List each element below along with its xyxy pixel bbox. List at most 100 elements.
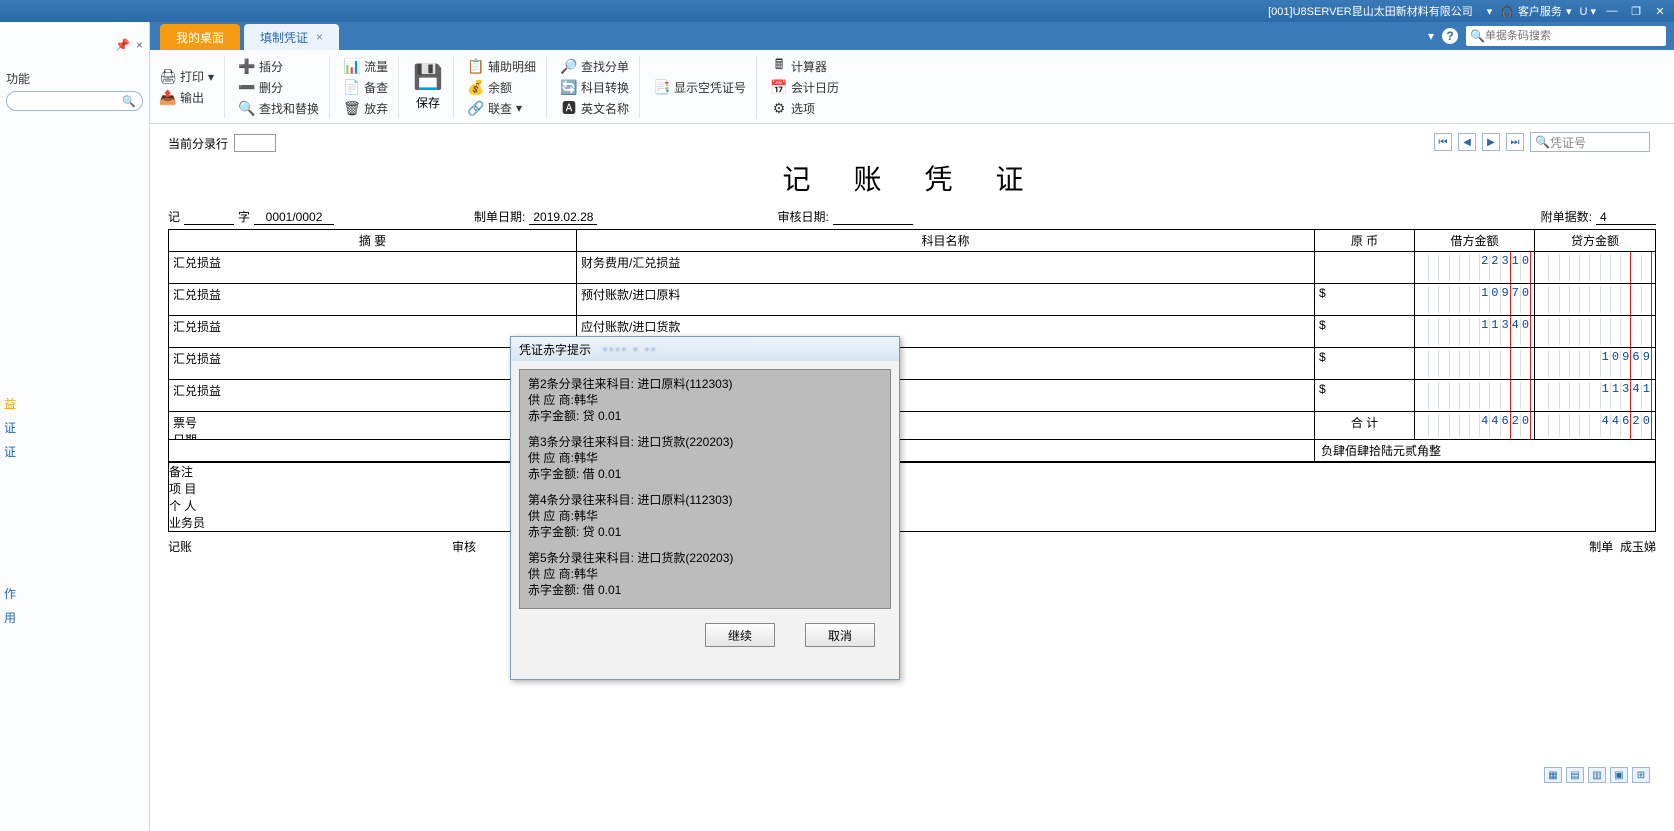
cell-credit[interactable] (1535, 252, 1655, 283)
side-link[interactable]: 作 (4, 582, 16, 606)
btn-label: 保存 (416, 94, 440, 111)
cell-subject[interactable]: 财务费用/汇兑损益 (577, 252, 1315, 283)
joint-search-button[interactable]: 🔗联查 ▾ (468, 100, 536, 117)
tool-icon[interactable]: ▥ (1588, 767, 1606, 783)
cell-credit[interactable] (1535, 316, 1655, 347)
english-name-button[interactable]: 🅰英文名称 (561, 100, 629, 117)
cell-debit[interactable]: 22310 (1415, 252, 1535, 283)
pin-icon[interactable]: 📌 (115, 38, 130, 52)
dropdown-icon[interactable]: ▾ (1487, 5, 1493, 18)
u-label: U (1579, 6, 1587, 18)
barcode-search-input[interactable] (1485, 30, 1662, 42)
customer-service[interactable]: 🎧 客户服务 ▾ (1500, 3, 1571, 19)
tab-voucher[interactable]: 填制凭证 × (244, 24, 339, 50)
continue-button[interactable]: 继续 (705, 623, 775, 647)
cell-debit[interactable]: 10970 (1415, 284, 1535, 315)
dialog-titlebar[interactable]: 凭证赤字提示 ▪▪▪▪ ▪ ▪▪ (511, 337, 899, 361)
last-button[interactable]: ⏭ (1506, 133, 1524, 151)
cell-credit[interactable]: 11341 (1535, 380, 1655, 411)
side-link[interactable]: 证 (4, 440, 16, 464)
printer-icon: 🖨 (160, 69, 176, 85)
cell-currency[interactable]: $ (1315, 348, 1415, 379)
calculator-button[interactable]: 🖩计算器 (771, 58, 839, 75)
cell-currency[interactable]: $ (1315, 380, 1415, 411)
find-entry-button[interactable]: 🔎查找分单 (561, 58, 629, 75)
export-button[interactable]: 📤输出 (160, 89, 214, 106)
help-icon[interactable]: ? (1442, 28, 1458, 44)
tool-icon[interactable]: ⊞ (1632, 767, 1650, 783)
side-link[interactable]: 证 (4, 416, 16, 440)
balance-button[interactable]: 💰余额 (468, 79, 536, 96)
next-button[interactable]: ▶ (1482, 133, 1500, 151)
gear-icon: ⚙ (771, 100, 787, 116)
cell-debit[interactable] (1415, 348, 1535, 379)
current-row-label: 当前分录行 (168, 135, 228, 152)
calculator-icon: 🖩 (771, 58, 787, 74)
btn-label: 流量 (364, 58, 388, 75)
recheck-icon: 📄 (344, 79, 360, 95)
search-icon: 🔍 (1470, 29, 1485, 43)
table-row[interactable]: 汇兑损益$11341 (169, 380, 1655, 412)
calendar-button[interactable]: 📅会计日历 (771, 79, 839, 96)
close-tab-icon[interactable]: × (316, 30, 323, 44)
calendar-icon: 📅 (771, 79, 787, 95)
cell-currency[interactable]: $ (1315, 316, 1415, 347)
tool-icon[interactable]: ▤ (1566, 767, 1584, 783)
tab-desktop[interactable]: 我的桌面 (160, 24, 240, 50)
aux-detail-button[interactable]: 📋辅助明细 (468, 58, 536, 75)
cell-subject[interactable]: 预付账款/进口原料 (577, 284, 1315, 315)
first-button[interactable]: ⏮ (1434, 133, 1452, 151)
cell-summary[interactable]: 汇兑损益 (169, 252, 577, 283)
restore-button[interactable]: ❐ (1628, 5, 1644, 18)
dropdown-icon[interactable]: ▾ (1428, 29, 1434, 43)
insert-row-button[interactable]: ➕插分 (239, 58, 319, 75)
tool-icon[interactable]: ▣ (1610, 767, 1628, 783)
header-debit: 借方金额 (1415, 230, 1535, 251)
close-panel-icon[interactable]: × (136, 38, 143, 52)
subject-convert-button[interactable]: 🔄科目转换 (561, 79, 629, 96)
current-row-input[interactable] (234, 134, 276, 152)
cell-debit[interactable]: 11340 (1415, 316, 1535, 347)
placeholder: 凭证号 (1550, 134, 1586, 151)
footer-maker: 成玉娣 (1620, 540, 1656, 554)
delete-row-button[interactable]: ➖删分 (239, 79, 319, 96)
tool-icon[interactable]: ▦ (1544, 767, 1562, 783)
minimize-button[interactable]: — (1604, 5, 1620, 17)
print-button[interactable]: 🖨打印 ▾ (160, 68, 214, 85)
cell-currency[interactable] (1315, 252, 1415, 283)
cell-currency[interactable]: $ (1315, 284, 1415, 315)
table-row[interactable]: 汇兑损益$10969 (169, 348, 1655, 380)
voucher-type-input[interactable] (184, 224, 234, 225)
close-button[interactable]: ✕ (1652, 5, 1668, 18)
makedate-value[interactable]: 2019.02.28 (529, 210, 597, 225)
abandon-button[interactable]: 🗑放弃 (344, 100, 388, 117)
cell-credit[interactable]: 10969 (1535, 348, 1655, 379)
cancel-button[interactable]: 取消 (805, 623, 875, 647)
recheck-button[interactable]: 📄备查 (344, 79, 388, 96)
voucher-no-search[interactable]: 🔍 凭证号 (1530, 132, 1650, 152)
dialog-body[interactable]: 第2条分录往来科目: 进口原料(112303)供 应 商:韩华赤字金额: 贷 0… (519, 369, 891, 609)
u-menu[interactable]: U ▾ (1579, 5, 1596, 18)
side-link-active[interactable]: 益 (4, 392, 16, 416)
footer-make-label: 制单 (1589, 540, 1613, 554)
barcode-search[interactable]: 🔍 (1466, 26, 1666, 46)
footer-post: 记账 (168, 538, 192, 555)
flow-button[interactable]: 📊流量 (344, 58, 388, 75)
prev-button[interactable]: ◀ (1458, 133, 1476, 151)
find-replace-button[interactable]: 🔍查找和替换 (239, 100, 319, 117)
save-button[interactable]: 💾保存 (413, 63, 443, 111)
cell-credit[interactable] (1535, 284, 1655, 315)
cell-summary[interactable]: 汇兑损益 (169, 284, 577, 315)
table-row[interactable]: 汇兑损益预付账款/进口原料$10970 (169, 284, 1655, 316)
table-row[interactable]: 汇兑损益应付账款/进口货款$11340 (169, 316, 1655, 348)
side-link[interactable]: 用 (4, 606, 16, 630)
table-row[interactable]: 汇兑损益财务费用/汇兑损益 22310 (169, 252, 1655, 284)
dialog-title-extra: ▪▪▪▪ ▪ ▪▪ (603, 342, 657, 356)
options-button[interactable]: ⚙选项 (771, 100, 839, 117)
zi-label: 字 (238, 208, 250, 225)
attach-value[interactable]: 4 (1596, 210, 1656, 225)
cell-debit[interactable] (1415, 380, 1535, 411)
function-search[interactable]: 🔍 (6, 91, 143, 111)
btn-label: 显示空凭证号 (674, 79, 746, 96)
show-blank-voucher-button[interactable]: 📑显示空凭证号 (654, 79, 746, 96)
